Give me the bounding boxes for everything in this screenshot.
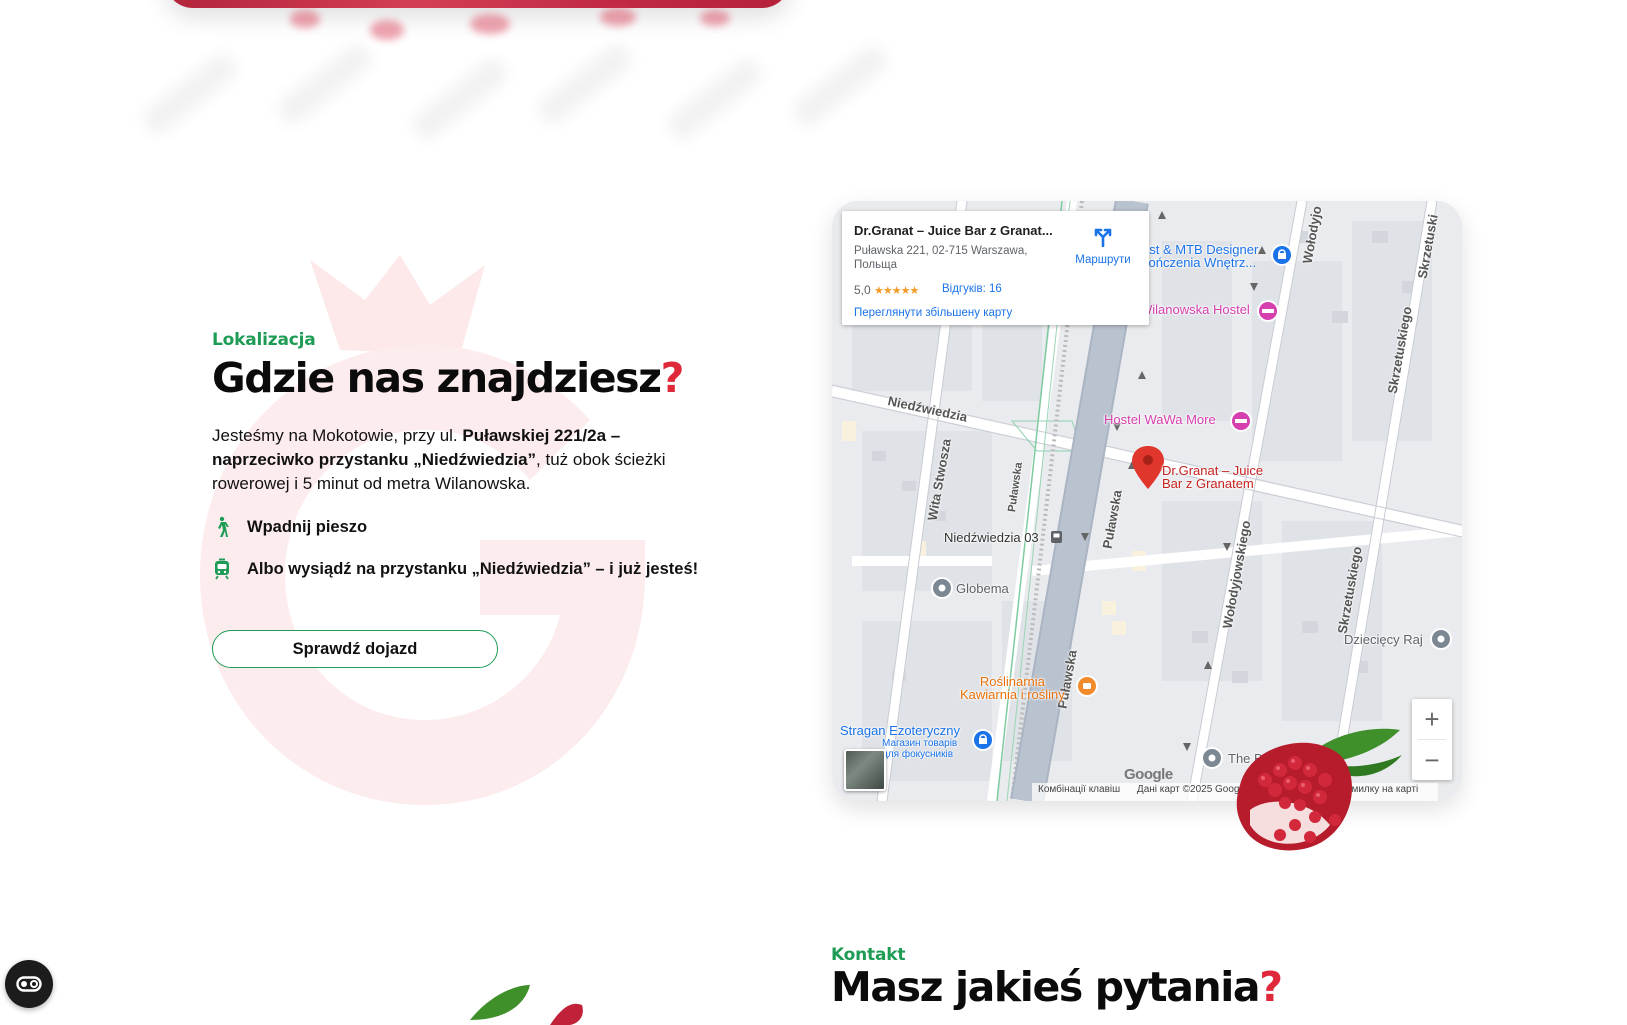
directions-label: Маршрути	[1075, 254, 1131, 266]
tram-icon	[212, 557, 232, 581]
walking-person-icon	[212, 515, 232, 539]
contact-section: Kontakt	[831, 945, 905, 965]
location-heading: Gdzie nas znajdziesz?	[212, 354, 732, 402]
star-rating-icon: ★★★★★	[874, 285, 919, 297]
decor-seed	[470, 14, 510, 34]
contact-heading-text: Masz jakieś pytania	[831, 963, 1261, 1011]
accessibility-icon	[16, 976, 42, 992]
location-heading-text: Gdzie nas znajdziesz	[212, 354, 662, 402]
transit-stop-label: Niedźwiedzia 03	[944, 530, 1039, 545]
place-rating: 5,0 ★★★★★	[854, 283, 919, 297]
check-directions-button[interactable]: Sprawdź dojazd	[212, 630, 498, 668]
view-larger-map-link[interactable]: Переглянути збільшену карту	[854, 307, 1012, 319]
feature-tram-label: Albo wysiądź na przystanku „Niedźwiedzia…	[247, 559, 699, 578]
google-logo: Google	[1124, 766, 1173, 783]
feature-walk: Wpadnij pieszo	[212, 515, 367, 539]
location-description: Jesteśmy na Mokotowie, przy ul. Puławski…	[212, 424, 682, 496]
decor-shadow	[408, 54, 512, 144]
directions-icon	[1094, 228, 1112, 248]
place-info-card: Dr.Granat – Juice Bar z Granat... Puławs…	[842, 211, 1149, 325]
decor-seed	[290, 10, 320, 28]
poi-label: Stragan Ezoteryczny	[840, 723, 960, 738]
google-map[interactable]: Niedźwiedzia Wita Stwosza Puławska Puław…	[832, 201, 1462, 801]
description-text: Jesteśmy na Mokotowie, przy ul.	[212, 426, 463, 445]
zoom-out-button[interactable]: −	[1412, 740, 1452, 780]
reviews-link[interactable]: Відгуків: 16	[942, 283, 1002, 295]
contact-eyebrow: Kontakt	[831, 945, 906, 965]
decor-shadow	[138, 49, 242, 139]
feature-tram: Albo wysiądź na przystanku „Niedźwiedzia…	[212, 557, 698, 581]
satellite-toggle-button[interactable]	[844, 749, 886, 791]
decor-shadow	[273, 39, 377, 129]
previous-section-image	[165, 0, 790, 8]
poi-label: Roślinarnia Kawiarnia i rośliny	[960, 674, 1065, 702]
accessibility-button[interactable]	[5, 960, 53, 1008]
leaf-decoration-icon	[470, 985, 583, 1025]
poi-label: Dziecięcy Raj	[1344, 632, 1423, 647]
contact-heading: Masz jakieś pytania?	[831, 963, 1283, 1011]
decor-seed	[600, 8, 636, 26]
heading-question-mark: ?	[660, 354, 685, 402]
decor-seed	[700, 10, 730, 26]
location-eyebrow: Lokalizacja	[212, 330, 316, 350]
place-address: Puławska 221, 02-715 Warszawa, Польща	[854, 245, 1028, 271]
decor-shadow	[788, 41, 892, 131]
poi-label: ast & MTB Designer kończenia Wnętrz...	[1142, 242, 1259, 270]
poi-label: Магазин товарів для фокусників	[882, 738, 958, 760]
zoom-in-button[interactable]: +	[1412, 699, 1452, 739]
decor-seed	[370, 20, 404, 40]
contact-heading-wrap: Masz jakieś pytania?	[831, 963, 1283, 1011]
poi-label: Wilanowska Hostel	[1140, 302, 1250, 317]
location-section: Lokalizacja Gdzie nas znajdziesz? Jesteś…	[212, 330, 732, 668]
place-title: Dr.Granat – Juice Bar z Granat...	[854, 223, 1053, 238]
heading-question-mark: ?	[1259, 963, 1283, 1011]
map-pin-label: Dr.Granat – Juice Bar z Granatem	[1162, 463, 1264, 491]
keyboard-shortcuts-link[interactable]: Комбінації клавіш	[1038, 784, 1120, 795]
decor-shadow	[663, 54, 767, 144]
pomegranate-icon	[1236, 728, 1402, 851]
zoom-controls: + −	[1412, 699, 1452, 780]
poi-label: Hostel WaWa More	[1104, 412, 1216, 427]
directions-button[interactable]: Маршрути	[1070, 225, 1136, 266]
feature-walk-label: Wpadnij pieszo	[247, 517, 368, 536]
decor-shadow	[533, 39, 637, 129]
poi-label: Globema	[956, 581, 1009, 596]
